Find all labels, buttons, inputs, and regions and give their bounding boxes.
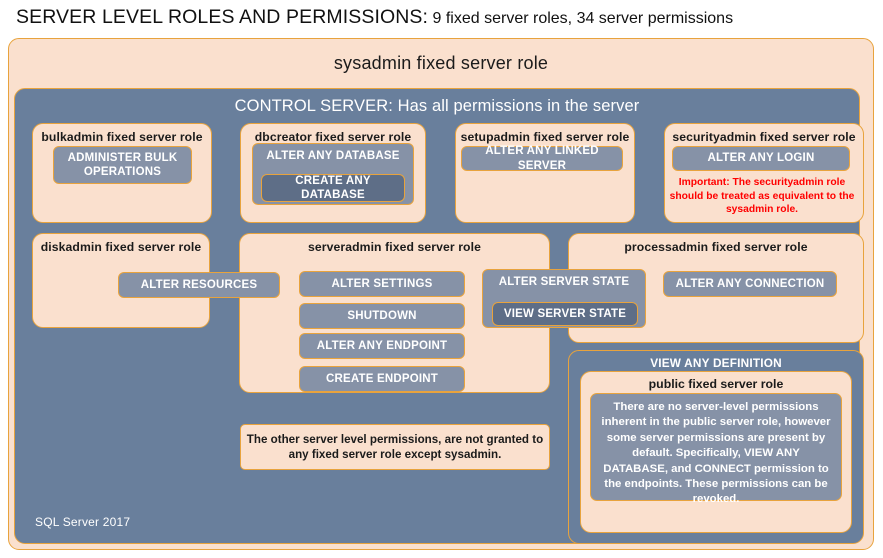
role-label-processadmin: processadmin fixed server role bbox=[624, 240, 808, 254]
public-role-note: There are no server-level permissions in… bbox=[590, 393, 842, 505]
permission-alter-any-database-label: ALTER ANY DATABASE bbox=[266, 150, 400, 162]
permission-alter-any-endpoint: ALTER ANY ENDPOINT bbox=[299, 333, 465, 359]
permission-create-any-database: CREATE ANY DATABASE bbox=[261, 174, 405, 202]
role-box-setupadmin: setupadmin fixed server role bbox=[455, 123, 635, 223]
permission-view-server-state: VIEW SERVER STATE bbox=[492, 302, 638, 326]
role-label-securityadmin: securityadmin fixed server role bbox=[672, 130, 856, 144]
role-label-dbcreator: dbcreator fixed server role bbox=[254, 130, 412, 144]
permission-shutdown: SHUTDOWN bbox=[299, 303, 465, 329]
permission-view-any-definition-label: VIEW ANY DEFINITION bbox=[650, 356, 782, 370]
role-label-serveradmin: serveradmin fixed server role bbox=[308, 240, 481, 254]
permission-alter-any-connection: ALTER ANY CONNECTION bbox=[663, 271, 837, 297]
page-title: SERVER LEVEL ROLES AND PERMISSIONS: 9 fi… bbox=[16, 6, 866, 34]
role-label-setupadmin: setupadmin fixed server role bbox=[460, 130, 630, 144]
control-server-label: CONTROL SERVER: Has all permissions in t… bbox=[234, 97, 640, 115]
securityadmin-warning-note: Important: The securityadmin role should… bbox=[669, 177, 855, 216]
role-label-public: public fixed server role bbox=[648, 377, 784, 391]
permission-administer-bulk-operations: ADMINISTER BULK OPERATIONS bbox=[53, 146, 192, 184]
permission-alter-settings: ALTER SETTINGS bbox=[299, 271, 465, 297]
page-title-main: SERVER LEVEL ROLES AND PERMISSIONS: bbox=[16, 6, 429, 28]
permission-alter-any-login: ALTER ANY LOGIN bbox=[672, 146, 850, 171]
footer-version-label: SQL Server 2017 bbox=[35, 515, 131, 529]
permission-alter-server-state-label: ALTER SERVER STATE bbox=[498, 276, 630, 288]
role-label-diskadmin: diskadmin fixed server role bbox=[40, 240, 202, 254]
role-label-bulkadmin: bulkadmin fixed server role bbox=[41, 130, 203, 144]
permission-alter-resources: ALTER RESOURCES bbox=[118, 272, 280, 298]
permission-create-endpoint: CREATE ENDPOINT bbox=[299, 366, 465, 392]
other-permissions-note: The other server level permissions, are … bbox=[240, 424, 550, 470]
permission-alter-any-linked-server: ALTER ANY LINKED SERVER bbox=[461, 145, 623, 172]
page-title-subtitle: 9 fixed server roles, 34 server permissi… bbox=[428, 10, 734, 27]
sysadmin-role-label: sysadmin fixed server role bbox=[333, 53, 549, 73]
